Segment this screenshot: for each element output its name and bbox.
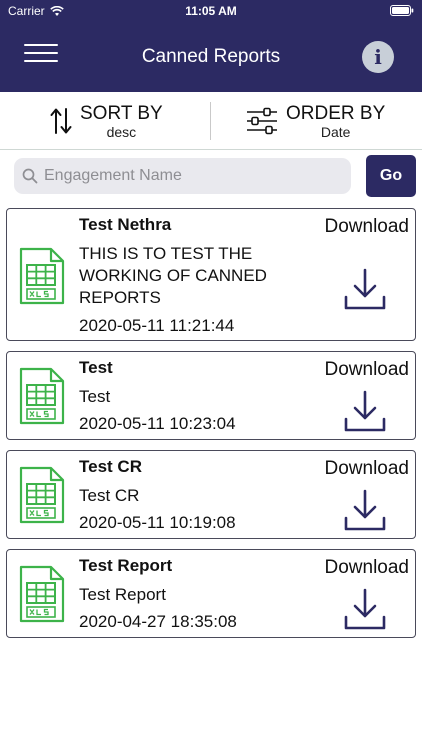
- download-icon[interactable]: [343, 267, 387, 311]
- page-title: Canned Reports: [141, 46, 281, 67]
- xls-file-icon: [19, 247, 65, 305]
- info-icon[interactable]: i: [362, 41, 394, 73]
- sort-bar: SORT BY desc ORDER BY Date: [0, 92, 422, 150]
- search-input[interactable]: [44, 167, 334, 185]
- sort-by-button[interactable]: SORT BY desc: [50, 92, 163, 150]
- order-by-label: ORDER BY: [286, 102, 386, 124]
- report-name: Test: [79, 358, 113, 377]
- sort-arrows-icon: [50, 108, 72, 134]
- report-description: Test: [79, 387, 111, 406]
- report-card[interactable]: Test Report Test Report 2020-04-27 18:35…: [6, 549, 416, 638]
- sliders-icon: [247, 107, 277, 135]
- download-label[interactable]: Download: [325, 216, 410, 238]
- report-date: 2020-05-11 11:21:44: [79, 316, 235, 335]
- battery-icon: [390, 5, 414, 16]
- report-description: Test CR: [79, 486, 140, 505]
- report-date: 2020-05-11 10:19:08: [79, 513, 236, 532]
- report-card[interactable]: Test Nethra THIS IS TO TEST THE WORKING …: [6, 208, 416, 341]
- search-icon: [22, 168, 38, 184]
- download-icon[interactable]: [343, 389, 387, 433]
- report-date: 2020-05-11 10:23:04: [79, 414, 236, 433]
- sort-by-label: SORT BY: [80, 102, 163, 124]
- sort-by-value: desc: [106, 123, 137, 140]
- order-by-value: Date: [320, 123, 351, 140]
- report-name: Test Nethra: [79, 215, 172, 234]
- download-icon[interactable]: [343, 488, 387, 532]
- report-description: THIS IS TO TEST THE WORKING OF CANNED RE…: [79, 244, 267, 307]
- xls-file-icon: [19, 565, 65, 623]
- search-bar: [14, 158, 351, 194]
- status-time: 11:05 AM: [185, 4, 237, 18]
- report-card[interactable]: Test CR Test CR 2020-05-11 10:19:08 Down…: [6, 450, 416, 539]
- report-date: 2020-04-27 18:35:08: [79, 612, 237, 631]
- status-bar: Carrier 11:05 AM: [0, 0, 422, 22]
- download-label[interactable]: Download: [325, 458, 410, 480]
- sort-divider: [210, 102, 211, 140]
- download-label[interactable]: Download: [325, 359, 410, 381]
- nav-bar: Canned Reports i: [0, 22, 422, 92]
- report-name: Test Report: [79, 556, 173, 575]
- xls-file-icon: [19, 466, 65, 524]
- go-button[interactable]: Go: [366, 155, 416, 197]
- report-card[interactable]: Test Test 2020-05-11 10:23:04 Download: [6, 351, 416, 440]
- xls-file-icon: [19, 367, 65, 425]
- order-by-button[interactable]: ORDER BY Date: [246, 92, 385, 150]
- download-icon[interactable]: [343, 587, 387, 631]
- report-name: Test CR: [79, 457, 142, 476]
- report-description: Test Report: [79, 585, 166, 604]
- download-label[interactable]: Download: [325, 557, 410, 579]
